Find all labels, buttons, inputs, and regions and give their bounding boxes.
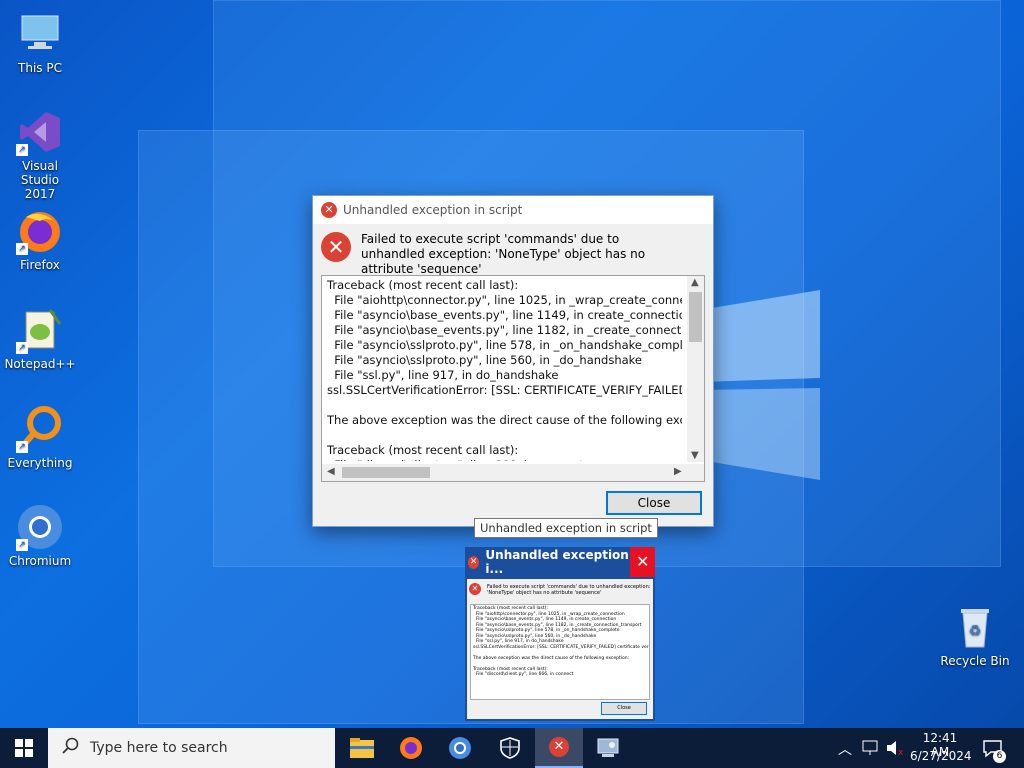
shortcut-arrow-icon: ↗ [16, 144, 28, 156]
error-app-icon: ✕ [549, 737, 569, 757]
taskbar-thumbnail-preview[interactable]: ✕ Unhandled exception i... ✕ ✕ Failed to… [465, 547, 655, 721]
desktop-icon-firefox[interactable]: ↗ Firefox [0, 207, 80, 272]
taskbar-tooltip: Unhandled exception in script [474, 518, 658, 538]
windows-start-icon [15, 739, 33, 757]
clock-date[interactable]: 6/27/2024 [910, 749, 972, 763]
preview-title: Unhandled exception i... [485, 548, 629, 576]
taskbar-error-app[interactable]: ✕ [535, 728, 583, 768]
desktop-icon-this-pc[interactable]: This PC [0, 10, 80, 75]
scroll-left-icon[interactable]: ◀ [327, 466, 335, 477]
chromium-icon: ↗ [16, 503, 64, 551]
desktop-icon-chromium[interactable]: ↗ Chromium [0, 503, 80, 568]
shortcut-arrow-icon: ↗ [16, 342, 28, 354]
scroll-right-icon[interactable]: ▶ [674, 466, 682, 477]
scroll-down-icon[interactable]: ▼ [691, 450, 699, 461]
chromium-icon [449, 737, 471, 759]
taskbar-security[interactable] [486, 728, 534, 768]
desktop-icon-label: Visual Studio 2017 [20, 159, 60, 201]
visual-studio-icon: ↗ [16, 108, 64, 156]
preview-titlebar: ✕ Unhandled exception i... ✕ [465, 547, 655, 577]
control-panel-icon [597, 738, 619, 757]
taskbar-file-explorer[interactable] [338, 728, 386, 768]
taskbar-control-panel[interactable] [584, 728, 632, 768]
desktop-icon-recycle-bin[interactable]: ♻ Recycle Bin [935, 603, 1015, 668]
taskbar-chromium[interactable] [436, 728, 484, 768]
desktop-icon-label: Chromium [8, 554, 72, 568]
windows-logo-wallpaper [700, 290, 820, 480]
error-icon: ✕ [468, 555, 480, 569]
shortcut-arrow-icon: ↗ [16, 539, 28, 551]
search-icon [62, 737, 80, 759]
search-placeholder: Type here to search [90, 740, 228, 756]
preview-message: Failed to execute script 'commands' due … [487, 584, 651, 596]
desktop-icon-notepad-plus-plus[interactable]: ↗ Notepad++ [0, 306, 80, 371]
start-button[interactable] [0, 728, 48, 768]
dialog-title: Unhandled exception in script [343, 203, 523, 217]
file-explorer-icon [350, 738, 374, 758]
dialog-message: Failed to execute script 'commands' due … [361, 232, 646, 276]
scroll-up-icon[interactable]: ▲ [691, 277, 699, 288]
error-icon: ✕ [321, 202, 337, 218]
security-shield-icon [500, 737, 520, 759]
preview-traceback: Traceback (most recent call last): File … [470, 604, 650, 700]
desktop-icon-everything[interactable]: ↗ Everything [0, 405, 80, 470]
horizontal-scrollbar[interactable]: ◀ ▶ [322, 464, 704, 481]
desktop-icon-label: Recycle Bin [940, 654, 1010, 668]
system-tray: ︿ x 12:41 AM 6/27/2024 6 [838, 728, 1024, 768]
desktop-icon-label: Firefox [20, 258, 60, 272]
close-button[interactable]: Close [606, 491, 702, 515]
firefox-icon: ↗ [16, 207, 64, 255]
desktop-icon-label: Notepad++ [4, 357, 76, 371]
desktop-icon-visual-studio[interactable]: ↗ Visual Studio 2017 [0, 108, 80, 201]
recycle-bin-icon: ♻ [951, 603, 999, 651]
preview-close-label: Close [601, 702, 647, 715]
error-icon: ✕ [469, 583, 481, 595]
svg-text:x: x [898, 748, 904, 756]
firefox-icon [400, 737, 422, 759]
exception-dialog: ✕ Unhandled exception in script ✕ Failed… [312, 195, 714, 527]
notification-badge: 6 [993, 750, 1006, 763]
preview-thumbnail: ✕ Failed to execute script 'commands' du… [467, 579, 653, 719]
horizontal-scroll-thumb[interactable] [342, 467, 430, 478]
shortcut-arrow-icon: ↗ [16, 441, 28, 453]
desktop-icon-label: Everything [7, 456, 73, 470]
desktop-icon-label: This PC [18, 61, 62, 75]
traceback-textbox[interactable]: Traceback (most recent call last): File … [321, 275, 705, 482]
shortcut-arrow-icon: ↗ [16, 243, 28, 255]
computer-icon [16, 10, 64, 58]
notepad-plus-plus-icon: ↗ [16, 306, 64, 354]
volume-muted-icon[interactable]: x [886, 740, 904, 756]
vertical-scroll-thumb[interactable] [689, 292, 702, 342]
taskbar-search-box[interactable]: Type here to search [48, 728, 335, 768]
dialog-titlebar[interactable]: ✕ Unhandled exception in script [313, 196, 713, 224]
vertical-scrollbar[interactable]: ▲ ▼ [687, 276, 704, 462]
traceback-text: Traceback (most recent call last): File … [327, 278, 682, 461]
dialog-message-row: ✕ Failed to execute script 'commands' du… [313, 224, 713, 277]
everything-search-icon: ↗ [16, 405, 64, 453]
preview-close-button[interactable]: ✕ [630, 547, 655, 577]
chevron-up-icon[interactable]: ︿ [838, 739, 852, 759]
error-icon: ✕ [321, 232, 351, 262]
taskbar-firefox[interactable] [387, 728, 435, 768]
svg-text:♻: ♻ [969, 623, 982, 639]
network-icon[interactable] [862, 740, 880, 756]
